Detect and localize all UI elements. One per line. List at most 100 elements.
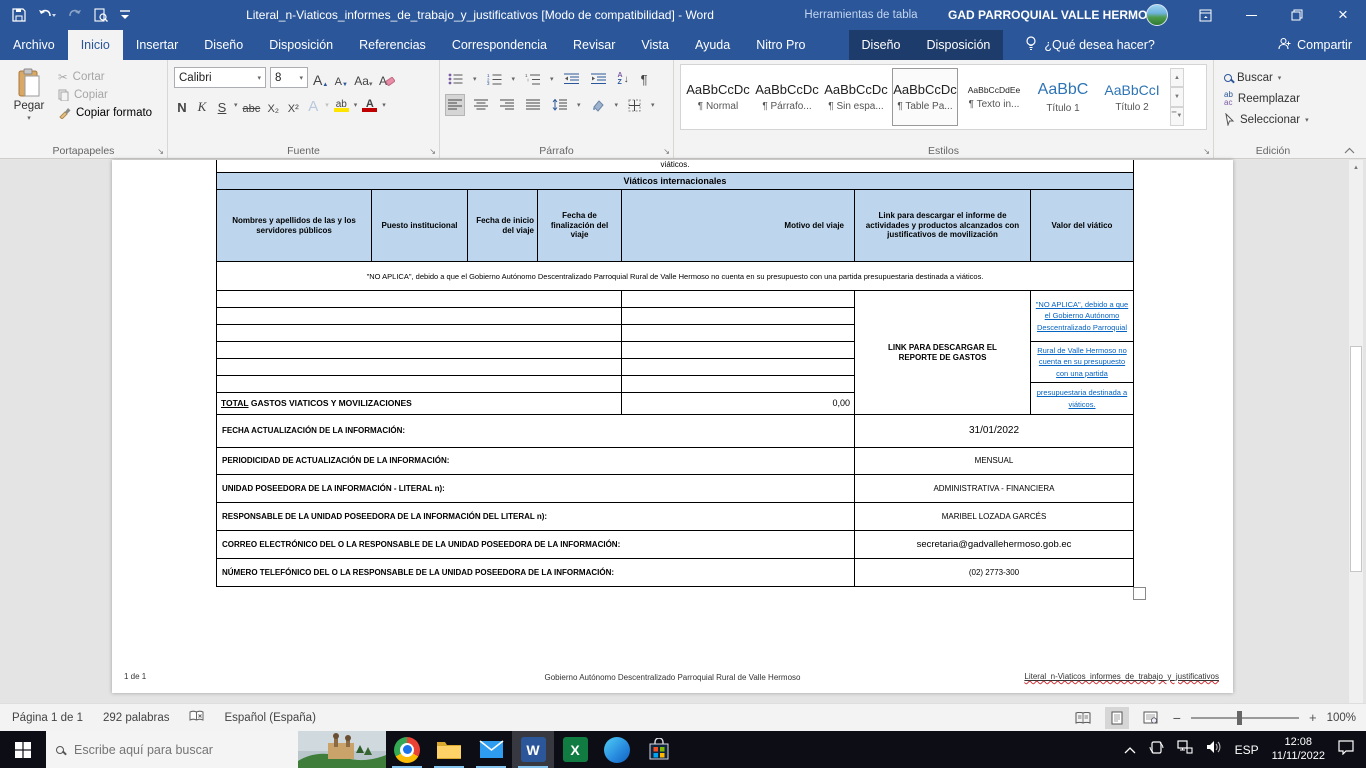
- table-empty-cell[interactable]: [621, 307, 855, 325]
- valor-link-cell-2[interactable]: Rural de Valle Hermoso no cuenta en su p…: [1030, 341, 1134, 383]
- no-aplica-note-cell[interactable]: "NO APLICA", debido a que el Gobierno Au…: [216, 261, 1134, 291]
- print-layout-icon[interactable]: [1105, 707, 1129, 729]
- taskbar-store-icon[interactable]: [638, 731, 680, 768]
- minimize-button[interactable]: [1228, 0, 1274, 30]
- clipboard-dialog-launcher-icon[interactable]: ↘: [157, 147, 164, 156]
- action-center-icon[interactable]: [1338, 740, 1354, 760]
- link-reporte-gastos-cell[interactable]: LINK PARA DESCARGAR EL REPORTE DE GASTOS: [854, 290, 1031, 415]
- shading-button[interactable]: [589, 95, 607, 115]
- styles-dialog-launcher-icon[interactable]: ↘: [1203, 147, 1210, 156]
- read-mode-icon[interactable]: [1071, 707, 1095, 729]
- grow-font-button[interactable]: A▲: [312, 68, 329, 88]
- style-titulo-2[interactable]: AaBbCcITítulo 2: [1099, 68, 1165, 126]
- word-count[interactable]: 292 palabras: [103, 712, 170, 724]
- style-table-paragraph[interactable]: AaBbCcDc¶ Table Pa...: [892, 68, 958, 126]
- justify-button[interactable]: [524, 95, 542, 115]
- shrink-font-button[interactable]: A▼: [333, 68, 349, 88]
- taskbar-word-icon[interactable]: W: [512, 731, 554, 768]
- tab-ctx-diseno[interactable]: Diseño: [849, 30, 914, 60]
- volume-icon[interactable]: [1206, 740, 1222, 759]
- scroll-up-icon[interactable]: ▲: [1349, 160, 1363, 176]
- info-value-periodicidad[interactable]: MENSUAL: [854, 447, 1134, 475]
- restore-button[interactable]: [1274, 0, 1320, 30]
- tab-revisar[interactable]: Revisar: [560, 30, 628, 60]
- tell-me-box[interactable]: ¿Qué desea hacer?: [1013, 30, 1167, 60]
- column-header-link[interactable]: Link para descargar el informe de activi…: [854, 189, 1031, 262]
- italic-button[interactable]: K: [194, 95, 210, 115]
- account-avatar[interactable]: [1146, 4, 1168, 26]
- tray-chevron-up-icon[interactable]: [1124, 741, 1136, 759]
- show-marks-button[interactable]: ¶: [639, 69, 650, 89]
- taskbar-file-explorer-icon[interactable]: [428, 731, 470, 768]
- sort-button[interactable]: AZ↓: [616, 69, 631, 89]
- style-texto-independiente[interactable]: AaBbCcDdEe¶ Texto in...: [961, 68, 1027, 126]
- clear-formatting-button[interactable]: A: [378, 68, 396, 88]
- save-icon[interactable]: [12, 8, 26, 22]
- tab-insertar[interactable]: Insertar: [123, 30, 191, 60]
- taskbar-search-box[interactable]: [46, 731, 298, 768]
- select-button[interactable]: Seleccionar▾: [1224, 109, 1326, 130]
- info-label-fecha[interactable]: FECHA ACTUALIZACIÓN DE LA INFORMACIÓN:: [216, 414, 855, 448]
- column-header-puesto[interactable]: Puesto institucional: [371, 189, 468, 262]
- info-label-unidad[interactable]: UNIDAD POSEEDORA DE LA INFORMACIÓN - LIT…: [216, 474, 855, 503]
- info-value-telefono[interactable]: (02) 2773-300: [854, 558, 1134, 587]
- style-titulo-1[interactable]: AaBbCTítulo 1: [1030, 68, 1096, 126]
- info-value-responsable[interactable]: MARIBEL LOZADA GARCÉS: [854, 502, 1134, 531]
- styles-more-icon[interactable]: ▔▼: [1170, 107, 1184, 126]
- undo-icon[interactable]: [38, 9, 56, 22]
- input-language-indicator[interactable]: ESP: [1235, 743, 1259, 757]
- network-icon[interactable]: [1177, 740, 1193, 759]
- superscript-button[interactable]: X²: [285, 95, 301, 115]
- zoom-out-button[interactable]: −: [1173, 710, 1181, 726]
- table-empty-cell[interactable]: [216, 358, 622, 376]
- taskbar-edge-icon[interactable]: [596, 731, 638, 768]
- align-right-button[interactable]: [498, 95, 516, 115]
- style-normal[interactable]: AaBbCcDc¶ Normal: [685, 68, 751, 126]
- increase-indent-button[interactable]: [589, 69, 608, 89]
- collapse-ribbon-icon[interactable]: [1344, 141, 1355, 159]
- column-header-motivo[interactable]: Motivo del viaje: [621, 189, 855, 262]
- bold-button[interactable]: N: [174, 95, 190, 115]
- bullets-button[interactable]: [446, 69, 465, 89]
- info-label-responsable[interactable]: RESPONSABLE DE LA UNIDAD POSEEDORA DE LA…: [216, 502, 855, 531]
- info-label-correo[interactable]: CORREO ELECTRÓNICO DEL O LA RESPONSABLE …: [216, 530, 855, 559]
- taskbar-clock[interactable]: 12:08 11/11/2022: [1272, 736, 1325, 764]
- account-name[interactable]: GAD PARROQUIAL VALLE HERMOSO: [948, 0, 1165, 30]
- find-button[interactable]: Buscar▾: [1224, 67, 1326, 88]
- info-value-unidad[interactable]: ADMINISTRATIVA - FINANCIERA: [854, 474, 1134, 503]
- font-size-combo[interactable]: 8▾: [270, 67, 308, 88]
- change-case-button[interactable]: Aa▾: [353, 68, 373, 88]
- font-dialog-launcher-icon[interactable]: ↘: [429, 147, 436, 156]
- page-indicator[interactable]: Página 1 de 1: [12, 712, 83, 724]
- table-empty-cell[interactable]: [621, 375, 855, 393]
- info-value-fecha[interactable]: 31/01/2022: [854, 414, 1134, 448]
- table-empty-cell[interactable]: [216, 324, 622, 342]
- column-header-valor[interactable]: Valor del viático: [1030, 189, 1134, 262]
- table-empty-cell[interactable]: [216, 290, 622, 308]
- total-value-cell[interactable]: 0,00: [621, 392, 855, 415]
- paste-button[interactable]: Pegar ▾: [6, 64, 52, 142]
- table-empty-cell[interactable]: [621, 341, 855, 359]
- table-empty-cell[interactable]: [216, 341, 622, 359]
- table-resize-handle[interactable]: [1133, 587, 1146, 600]
- tab-ctx-disposicion[interactable]: Disposición: [913, 30, 1003, 60]
- tab-ayuda[interactable]: Ayuda: [682, 30, 743, 60]
- styles-scroll-up-icon[interactable]: ▲: [1170, 68, 1184, 87]
- valor-link-cell-1[interactable]: "NO APLICA", debido a que el Gobierno Au…: [1030, 290, 1134, 342]
- tab-disposicion[interactable]: Disposición: [256, 30, 346, 60]
- table-empty-cell[interactable]: [621, 290, 855, 308]
- zoom-in-button[interactable]: +: [1309, 710, 1317, 725]
- search-input[interactable]: [72, 742, 262, 758]
- tab-referencias[interactable]: Referencias: [346, 30, 439, 60]
- zoom-slider-thumb[interactable]: [1237, 711, 1242, 725]
- vertical-scrollbar[interactable]: ▲: [1348, 160, 1363, 703]
- info-label-periodicidad[interactable]: PERIODICIDAD DE ACTUALIZACIÓN DE LA INFO…: [216, 447, 855, 475]
- section-title-cell[interactable]: Viáticos internacionales: [216, 172, 1134, 190]
- taskbar-mail-icon[interactable]: [470, 731, 512, 768]
- style-parrafo[interactable]: AaBbCcDc¶ Párrafo...: [754, 68, 820, 126]
- ribbon-display-options-icon[interactable]: [1182, 0, 1228, 30]
- borders-button[interactable]: [626, 95, 643, 115]
- paragraph-dialog-launcher-icon[interactable]: ↘: [663, 147, 670, 156]
- scenic-app-icon[interactable]: [298, 731, 386, 768]
- decrease-indent-button[interactable]: [562, 69, 581, 89]
